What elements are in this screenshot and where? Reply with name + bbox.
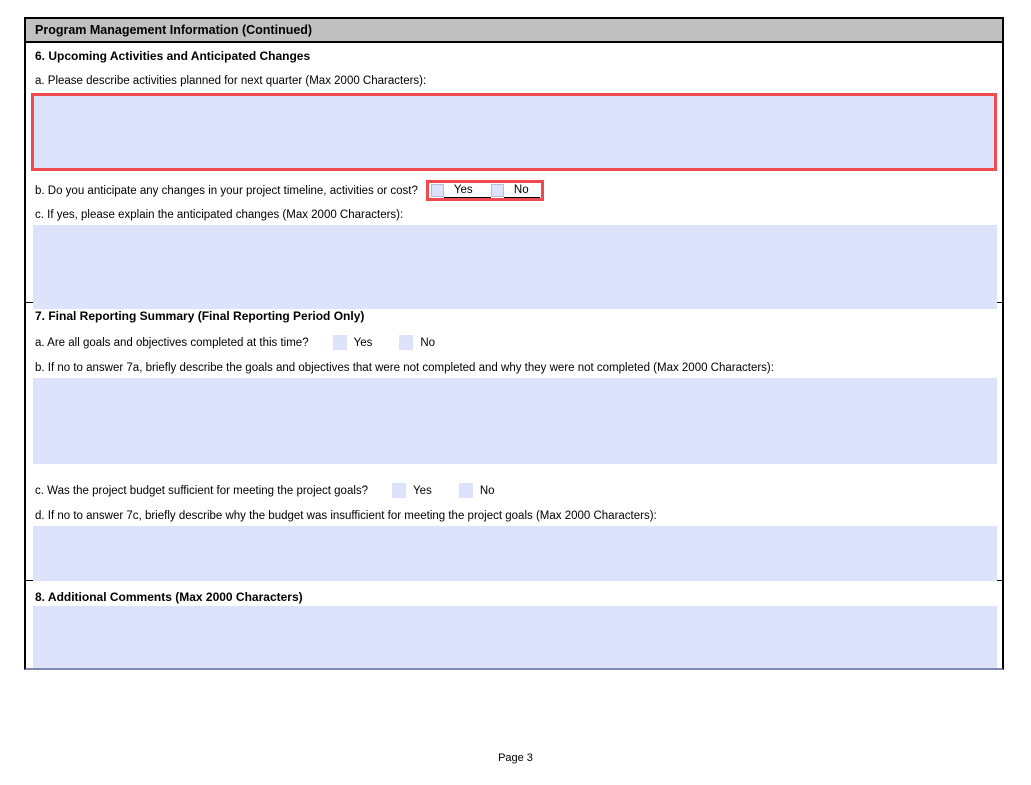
question-7c-label: c. Was the project budget sufficient for… xyxy=(35,484,369,497)
question-7a-no-checkbox[interactable] xyxy=(399,335,414,350)
question-6c-textarea[interactable] xyxy=(33,225,997,309)
section-6-upcoming-activities: 6. Upcoming Activities and Anticipated C… xyxy=(26,43,1002,309)
question-6b-no-label: No xyxy=(503,184,540,198)
form-section-title: Program Management Information (Continue… xyxy=(35,23,313,37)
question-7c-no-label: No xyxy=(479,484,495,497)
question-6b-no-checkbox[interactable] xyxy=(490,183,504,197)
question-6a-textarea[interactable] xyxy=(34,96,994,168)
question-6b-yes-label: Yes xyxy=(443,184,491,198)
question-7a-yes-option: Yes xyxy=(332,335,373,350)
question-7a-label: a. Are all goals and objectives complete… xyxy=(35,336,309,349)
question-6b-highlight-border: Yes No xyxy=(425,180,544,201)
question-7c-no-checkbox[interactable] xyxy=(458,483,473,498)
question-7c-row: c. Was the project budget sufficient for… xyxy=(35,483,993,498)
question-7a-yes-label: Yes xyxy=(353,336,373,349)
form-section-header: Program Management Information (Continue… xyxy=(26,19,1002,43)
section-8-textarea[interactable] xyxy=(33,606,997,668)
form-page: Program Management Information (Continue… xyxy=(0,0,1031,785)
question-6c-label: c. If yes, please explain the anticipate… xyxy=(35,209,404,221)
question-6b-label: b. Do you anticipate any changes in your… xyxy=(35,184,418,197)
question-7b-textarea[interactable] xyxy=(33,378,997,464)
question-6a-highlight-border xyxy=(31,93,997,171)
question-7a-no-label: No xyxy=(420,336,436,349)
section-8-additional-comments: 8. Additional Comments (Max 2000 Charact… xyxy=(26,581,1002,668)
page-number: Page 3 xyxy=(498,752,533,764)
question-7d-label: d. If no to answer 7c, briefly describe … xyxy=(35,510,657,522)
program-management-form: Program Management Information (Continue… xyxy=(24,17,1004,670)
question-7a-row: a. Are all goals and objectives complete… xyxy=(35,335,993,350)
section-8-title: 8. Additional Comments (Max 2000 Charact… xyxy=(35,590,303,604)
question-7c-yes-checkbox[interactable] xyxy=(392,483,407,498)
question-6a-label: a. Please describe activities planned fo… xyxy=(35,75,427,87)
question-7c-no-option: No xyxy=(458,483,495,498)
question-6b-yes-checkbox[interactable] xyxy=(430,183,444,197)
section-6-title: 6. Upcoming Activities and Anticipated C… xyxy=(35,49,311,63)
section-7-final-reporting: 7. Final Reporting Summary (Final Report… xyxy=(26,303,1002,581)
question-7c-yes-label: Yes xyxy=(413,484,432,497)
question-7a-yes-checkbox[interactable] xyxy=(332,335,347,350)
question-7d-textarea[interactable] xyxy=(33,526,997,581)
question-6b-row: b. Do you anticipate any changes in your… xyxy=(35,180,993,201)
section-7-title: 7. Final Reporting Summary (Final Report… xyxy=(35,309,365,323)
question-7a-no-option: No xyxy=(399,335,435,350)
question-7b-label: b. If no to answer 7a, briefly describe … xyxy=(35,362,774,374)
question-7c-yes-option: Yes xyxy=(392,483,432,498)
